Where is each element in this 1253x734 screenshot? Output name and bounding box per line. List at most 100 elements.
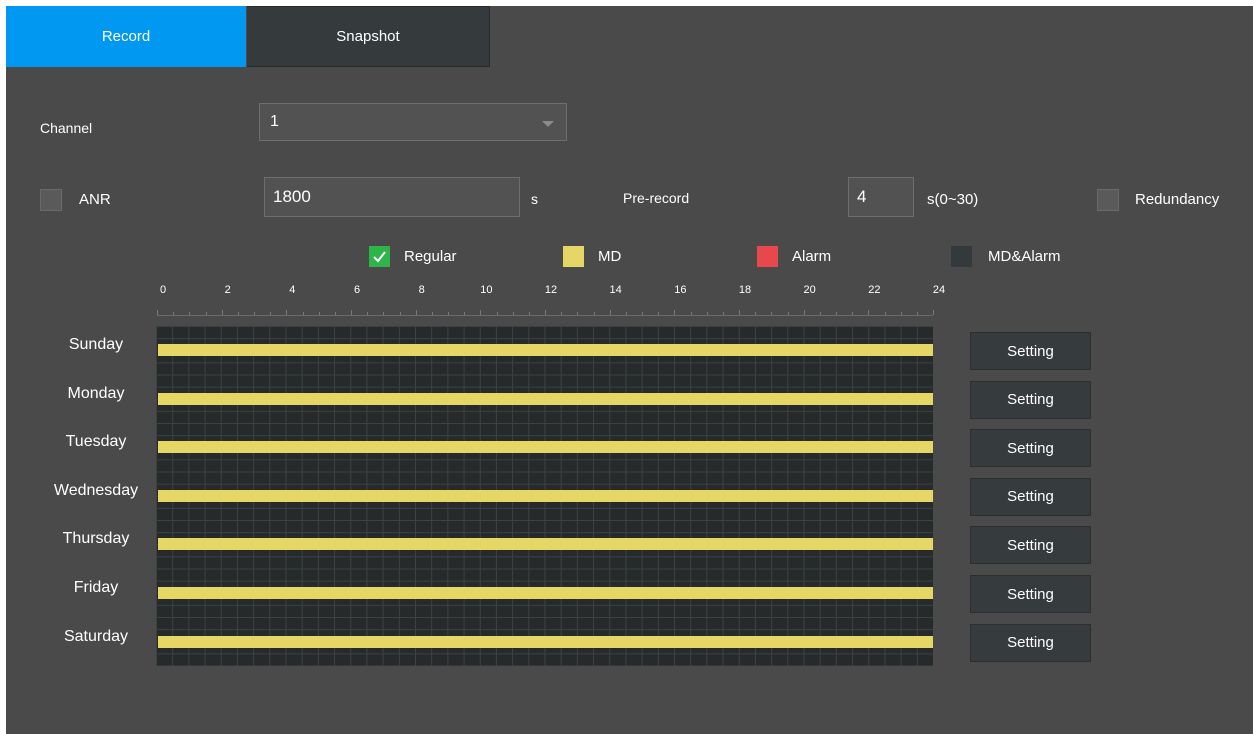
ruler-mark — [496, 312, 498, 315]
channel-select-value: 1 — [270, 113, 279, 130]
ruler-mark — [706, 312, 708, 315]
day-label-tuesday: Tuesday — [65, 433, 127, 451]
md-swatch-icon[interactable] — [563, 246, 584, 267]
hour-tick-label: 8 — [418, 284, 425, 296]
hour-tick-label: 2 — [224, 284, 231, 296]
ruler-mark — [254, 312, 255, 315]
setting-button-thursday[interactable]: Setting — [970, 526, 1091, 565]
legend-alarm-label: Alarm — [792, 248, 832, 265]
ruler-mark — [528, 312, 530, 315]
hour-tick-label: 10 — [480, 284, 493, 296]
day-label-friday: Friday — [73, 579, 119, 596]
ruler-mark — [464, 312, 466, 315]
prerecord-label: Pre-record — [623, 190, 690, 206]
hour-tick-label: 24 — [932, 284, 946, 296]
channel-select[interactable]: 1 — [259, 103, 567, 141]
ruler-mark — [900, 312, 902, 315]
day-label-thursday: Thursday — [62, 530, 130, 548]
setting-button-friday[interactable]: Setting — [970, 575, 1091, 613]
tab-record[interactable]: Record — [6, 6, 246, 67]
hour-tick-label: 16 — [674, 284, 687, 296]
setting-button-tuesday[interactable]: Setting — [970, 429, 1091, 468]
schedule-bar-saturday[interactable] — [158, 635, 933, 648]
ruler-mark — [173, 312, 175, 315]
schedule-bar-wednesday[interactable] — [158, 489, 933, 502]
setting-button-sunday[interactable]: Setting — [970, 332, 1091, 370]
chevron-down-icon — [542, 121, 554, 127]
ruler-mark — [836, 312, 837, 315]
ruler-mark — [318, 312, 320, 315]
channel-label: Channel — [40, 120, 93, 136]
hour-tick-label: 20 — [803, 284, 816, 296]
ruler-mark — [302, 312, 304, 315]
schedule-bar-thursday[interactable] — [158, 538, 933, 551]
ruler-mark — [415, 310, 417, 315]
ruler-mark — [722, 312, 724, 315]
day-label-sunday: Sunday — [68, 336, 124, 353]
day-label-wednesday: Wednesday — [53, 481, 139, 499]
schedule-bar-friday[interactable] — [158, 587, 933, 599]
legend-regular-label: Regular — [404, 248, 457, 265]
ruler-mark — [868, 310, 870, 315]
schedule-bar-monday[interactable] — [158, 392, 933, 405]
setting-button-saturday[interactable]: Setting — [970, 623, 1091, 662]
tab-snapshot[interactable]: Snapshot — [247, 6, 490, 67]
ruler-mark — [351, 310, 352, 315]
hour-tick-label: 18 — [738, 284, 752, 296]
ruler-mark — [270, 312, 272, 315]
ruler-mark — [593, 312, 595, 315]
schedule-bar-sunday[interactable] — [158, 344, 933, 356]
ruler-mark — [819, 312, 821, 315]
anr-duration-input[interactable]: 1800 — [264, 177, 520, 217]
ruler-mark — [577, 312, 579, 315]
ruler-mark — [642, 312, 643, 315]
ruler-mark — [561, 312, 563, 315]
ruler-mark — [916, 312, 918, 315]
legend-md-label: MD — [598, 248, 622, 265]
regular-check-icon[interactable] — [369, 246, 390, 267]
ruler-mark — [157, 310, 158, 315]
prerecord-value: 4 — [857, 187, 867, 206]
legend-md-alarm-label: MD&Alarm — [988, 248, 1061, 265]
ruler-mark — [383, 312, 385, 315]
ruler-mark — [803, 310, 805, 315]
ruler-mark — [399, 312, 401, 315]
hour-tick-label: 6 — [353, 284, 361, 296]
hour-tick-label: 22 — [868, 284, 881, 296]
hour-ruler — [157, 309, 934, 316]
setting-button-monday[interactable]: Setting — [970, 380, 1091, 419]
ruler-mark — [431, 312, 433, 315]
anr-label: ANR — [79, 191, 111, 208]
ruler-mark — [884, 312, 886, 315]
hour-tick-label: 12 — [544, 284, 558, 296]
ruler-mark — [545, 310, 546, 315]
ruler-mark — [480, 310, 482, 315]
ruler-mark — [609, 310, 611, 315]
hour-tick-label: 14 — [609, 284, 622, 296]
ruler-mark — [512, 312, 514, 315]
redundancy-label: Redundancy — [1135, 191, 1220, 208]
ruler-mark — [625, 312, 627, 315]
prerecord-range-label: s(0~30) — [927, 191, 979, 208]
ruler-mark — [787, 312, 789, 315]
ruler-mark — [658, 312, 660, 315]
ruler-mark — [205, 312, 207, 315]
ruler-mark — [933, 310, 934, 315]
ruler-mark — [448, 312, 449, 315]
schedule-bar-tuesday[interactable] — [158, 441, 933, 454]
anr-duration-value: 1800 — [273, 187, 311, 206]
anr-checkbox[interactable] — [40, 189, 62, 211]
setting-button-wednesday[interactable]: Setting — [970, 477, 1091, 516]
ruler-mark — [286, 310, 288, 315]
hour-tick-label: 0 — [159, 284, 167, 296]
md-alarm-swatch-icon[interactable] — [951, 246, 972, 267]
ruler-mark — [771, 312, 773, 315]
ruler-mark — [755, 312, 757, 315]
alarm-swatch-icon[interactable] — [757, 246, 778, 267]
redundancy-checkbox[interactable] — [1097, 189, 1119, 211]
ruler-mark — [852, 312, 854, 315]
ruler-mark — [690, 312, 692, 315]
ruler-mark — [674, 310, 676, 315]
prerecord-input[interactable]: 4 — [848, 177, 914, 217]
ruler-mark — [189, 312, 191, 315]
